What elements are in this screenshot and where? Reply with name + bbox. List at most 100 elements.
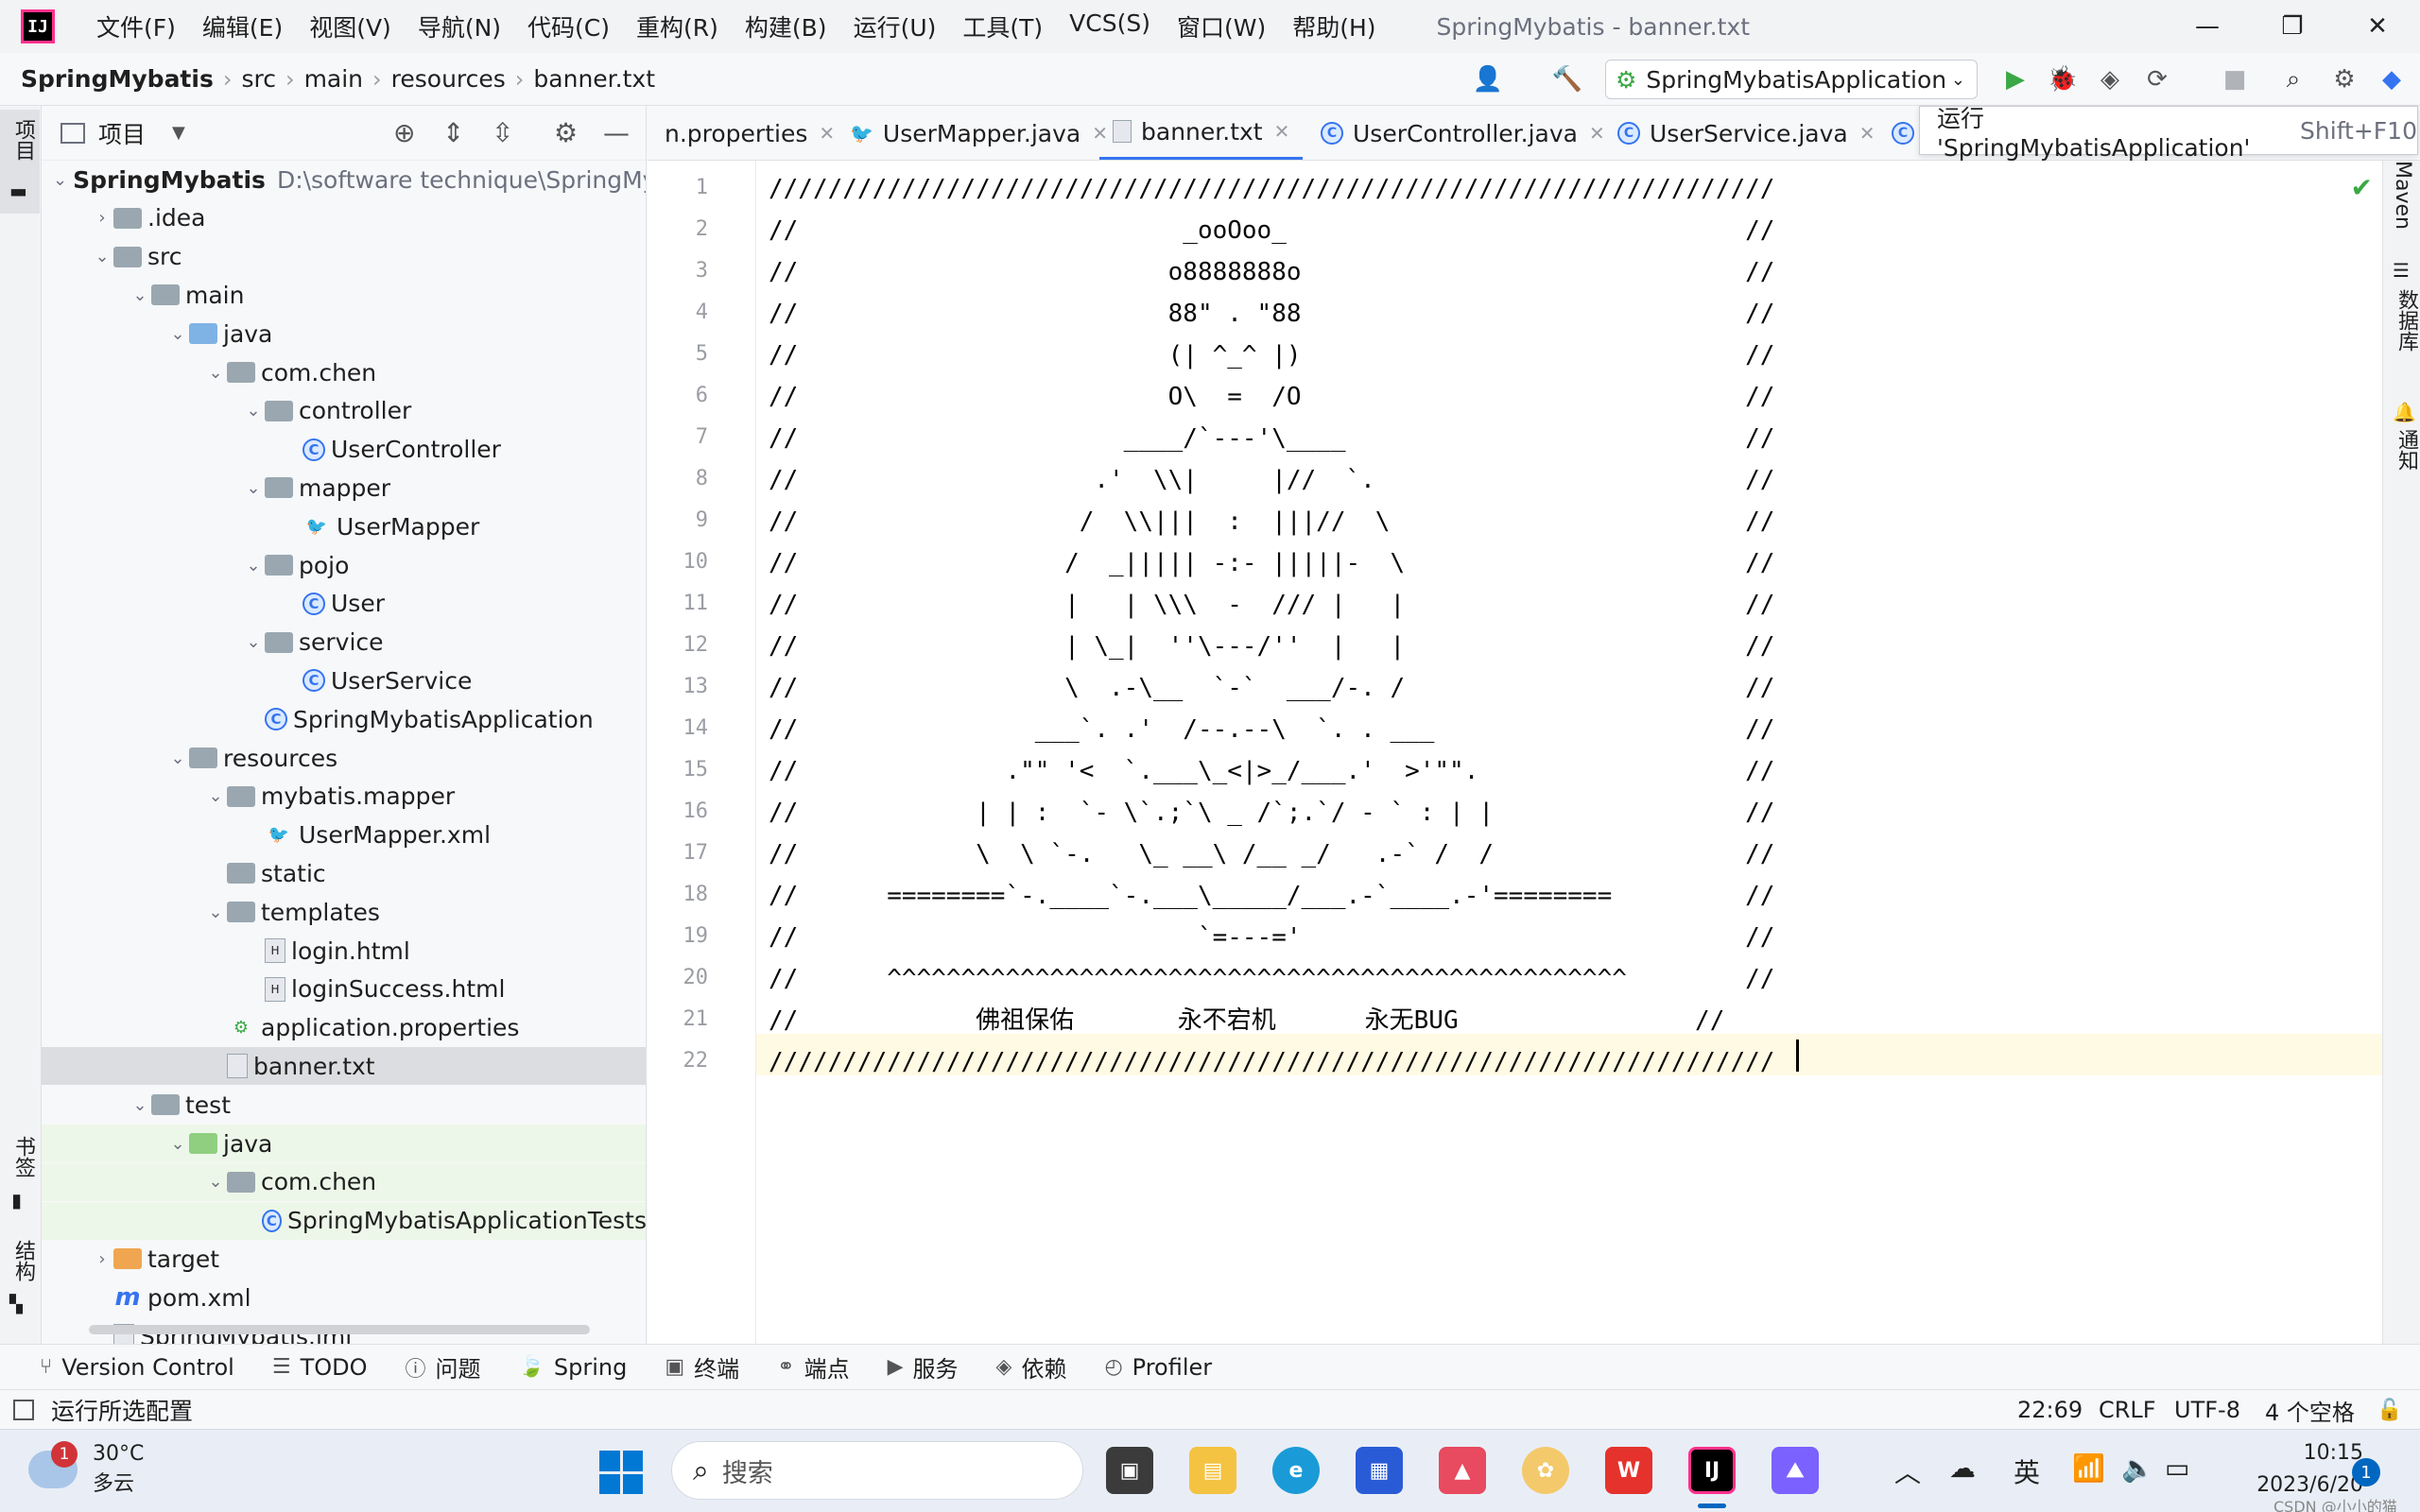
tray-expand-icon[interactable]: ︿ — [1894, 1452, 1921, 1490]
chevron-down-icon[interactable]: ⌄ — [242, 632, 265, 652]
chevron-down-icon[interactable]: ⌄ — [166, 1134, 189, 1154]
tool-window-button[interactable]: ☰ TODO — [272, 1354, 368, 1381]
bookmarks-tool-button[interactable]: 书签 ▮ — [0, 1136, 40, 1221]
intellij-taskbar-icon[interactable]: IJ — [1688, 1447, 1736, 1494]
tree-item[interactable]: ⚙ application.properties — [42, 1009, 646, 1047]
menu-item[interactable]: 构建(B) — [732, 9, 840, 43]
debug-icon[interactable]: 🐞 — [2046, 62, 2080, 96]
battery-icon[interactable]: ▭ — [2165, 1452, 2189, 1484]
chevron-down-icon[interactable]: ⌄ — [91, 247, 113, 266]
app-paw-icon[interactable]: ✿ — [1522, 1447, 1569, 1494]
chevron-down-icon[interactable]: ⌄ — [166, 748, 189, 768]
jetbrains-ai-icon[interactable]: ◆ — [2375, 62, 2409, 96]
no-problems-check-icon[interactable]: ✔ — [2351, 172, 2373, 203]
tree-item[interactable]: ⌄ test — [42, 1086, 646, 1124]
tool-window-button[interactable]: ◴ Profiler — [1104, 1354, 1212, 1381]
tree-item[interactable]: Hlogin.html — [42, 932, 646, 970]
project-panel-title[interactable]: 项目 — [98, 116, 146, 150]
collapse-all-icon[interactable]: ⇳ — [492, 117, 513, 148]
structure-tool-button[interactable]: 结构 ▚ — [0, 1240, 40, 1325]
tree-item[interactable]: m pom.xml — [42, 1279, 646, 1316]
tree-item[interactable]: ⌄ SpringMybatis D:\software technique\Spri… — [42, 161, 646, 198]
menu-item[interactable]: 重构(R) — [623, 9, 732, 43]
menu-item[interactable]: 窗口(W) — [1164, 9, 1279, 43]
tree-item[interactable]: C UserController — [42, 431, 646, 469]
database-tool-button[interactable]: 数据库 — [2391, 289, 2420, 352]
app-mountain-icon[interactable]: ⛰ — [1772, 1447, 1819, 1494]
chevron-down-icon[interactable]: ⌄ — [204, 1172, 227, 1192]
weather-widget[interactable]: 1 30°C 多云 — [28, 1439, 144, 1500]
tool-window-button[interactable]: ⓘ 问题 — [406, 1350, 481, 1383]
chevron-down-icon[interactable]: ⌄ — [129, 1095, 151, 1115]
menu-item[interactable]: 运行(U) — [840, 9, 950, 43]
tree-item[interactable]: ⌄ src — [42, 238, 646, 276]
editor-tab[interactable]: C UserController.java ✕ — [1307, 106, 1618, 160]
tool-window-button[interactable]: ◈ 依赖 — [996, 1350, 1067, 1383]
close-tab-icon[interactable]: ✕ — [819, 122, 835, 145]
input-method-indicator[interactable]: 英 — [2014, 1452, 2040, 1490]
horizontal-scrollbar[interactable] — [89, 1325, 590, 1334]
chevron-down-icon[interactable]: ⌄ — [242, 401, 265, 421]
tree-item[interactable]: › .idea — [42, 199, 646, 237]
tree-item[interactable]: ⌄ mapper — [42, 469, 646, 507]
tree-item[interactable]: HloginSuccess.html — [42, 971, 646, 1008]
breadcrumb-file[interactable]: banner.txt — [527, 65, 661, 93]
breadcrumb-project[interactable]: SpringMybatis — [15, 65, 219, 93]
menu-item[interactable]: 视图(V) — [296, 9, 405, 43]
menu-item[interactable]: 文件(F) — [83, 9, 189, 43]
menu-item[interactable]: 帮助(H) — [1279, 9, 1389, 43]
chevron-down-icon[interactable]: ▼ — [172, 123, 185, 143]
chevron-down-icon[interactable]: ⌄ — [129, 285, 151, 305]
close-tab-icon[interactable]: ✕ — [1589, 122, 1605, 145]
tree-item[interactable]: 🐦 UserMapper.xml — [42, 816, 646, 854]
volume-icon[interactable]: 🔈 — [2121, 1452, 2154, 1484]
tree-item[interactable]: C User — [42, 585, 646, 623]
tree-item[interactable]: ⌄ java — [42, 1125, 646, 1162]
run-configuration-selector[interactable]: ⚙ SpringMybatisApplication ⌄ — [1605, 60, 1978, 99]
editor-tab[interactable]: banner.txt ✕ — [1099, 106, 1304, 160]
taskbar-search[interactable]: ⌕ 搜索 — [671, 1441, 1083, 1500]
start-windows-icon[interactable] — [599, 1451, 643, 1494]
tree-item[interactable]: ⌄ resources — [42, 739, 646, 777]
tree-item[interactable]: ⌄ java — [42, 315, 646, 352]
settings-gear-icon[interactable]: ⚙ — [2327, 62, 2361, 96]
tree-item[interactable]: ⌄ com.chen — [42, 353, 646, 391]
editor-tab[interactable]: n.properties ✕ — [651, 106, 848, 160]
settings-gear-icon[interactable]: ⚙ — [554, 117, 578, 148]
tree-item[interactable]: ⌄ main — [42, 276, 646, 314]
intellij-logo-icon[interactable]: IJ — [21, 9, 55, 43]
chevron-down-icon[interactable]: ⌄ — [204, 363, 227, 383]
wifi-icon[interactable]: 📶 — [2072, 1452, 2105, 1484]
tree-item[interactable]: ⌄ controller — [42, 392, 646, 430]
locate-file-icon[interactable]: ⊕ — [393, 117, 415, 148]
tool-window-button[interactable]: ▣ 终端 — [665, 1350, 739, 1383]
code-editor[interactable]: 1 2 3 4 5 6 7 8 9 10 11 12 13 14 15 16 17 18 19 20 21 22 ////… — [648, 161, 2382, 1344]
chevron-right-icon[interactable]: › — [91, 208, 113, 228]
run-icon[interactable]: ▶ — [1998, 62, 2032, 96]
menu-item[interactable]: 导航(N) — [405, 9, 514, 43]
user-account-icon[interactable]: 👤 — [1471, 62, 1505, 96]
tool-window-button[interactable]: 🍃 Spring — [519, 1354, 628, 1381]
restore-icon[interactable]: ❐ — [2250, 0, 2335, 53]
tree-item[interactable]: ⌄ service — [42, 624, 646, 662]
breadcrumb-resources[interactable]: resources — [386, 65, 511, 93]
status-toggle-icon[interactable] — [13, 1399, 34, 1420]
build-hammer-icon[interactable]: 🔨 — [1550, 62, 1584, 96]
chevron-down-icon[interactable]: ⌄ — [204, 786, 227, 806]
task-view-icon[interactable]: ▣ — [1106, 1447, 1153, 1494]
chevron-down-icon[interactable]: ⌄ — [242, 556, 265, 576]
editor-tab[interactable]: 🐦 UserMapper.java ✕ — [837, 106, 1121, 160]
edge-browser-icon[interactable]: e — [1272, 1447, 1320, 1494]
close-tab-icon[interactable]: ✕ — [1859, 122, 1876, 145]
stop-icon[interactable]: ■ — [2218, 62, 2252, 96]
tool-window-button[interactable]: ⑂ Version Control — [40, 1354, 234, 1381]
close-tab-icon[interactable]: ✕ — [1274, 120, 1290, 143]
minimize-icon[interactable]: — — [2165, 0, 2250, 53]
system-clock[interactable]: 10:15 2023/6/20 — [2250, 1437, 2363, 1502]
chevron-down-icon[interactable]: ⌄ — [166, 324, 189, 344]
project-tool-button[interactable]: 项目 ▬ — [0, 110, 40, 214]
chevron-down-icon[interactable]: ⌄ — [242, 478, 265, 498]
tool-window-button[interactable]: ⚭ 端点 — [777, 1350, 849, 1383]
menu-item[interactable]: VCS(S) — [1056, 9, 1164, 43]
file-encoding[interactable]: UTF-8 — [2174, 1390, 2240, 1430]
